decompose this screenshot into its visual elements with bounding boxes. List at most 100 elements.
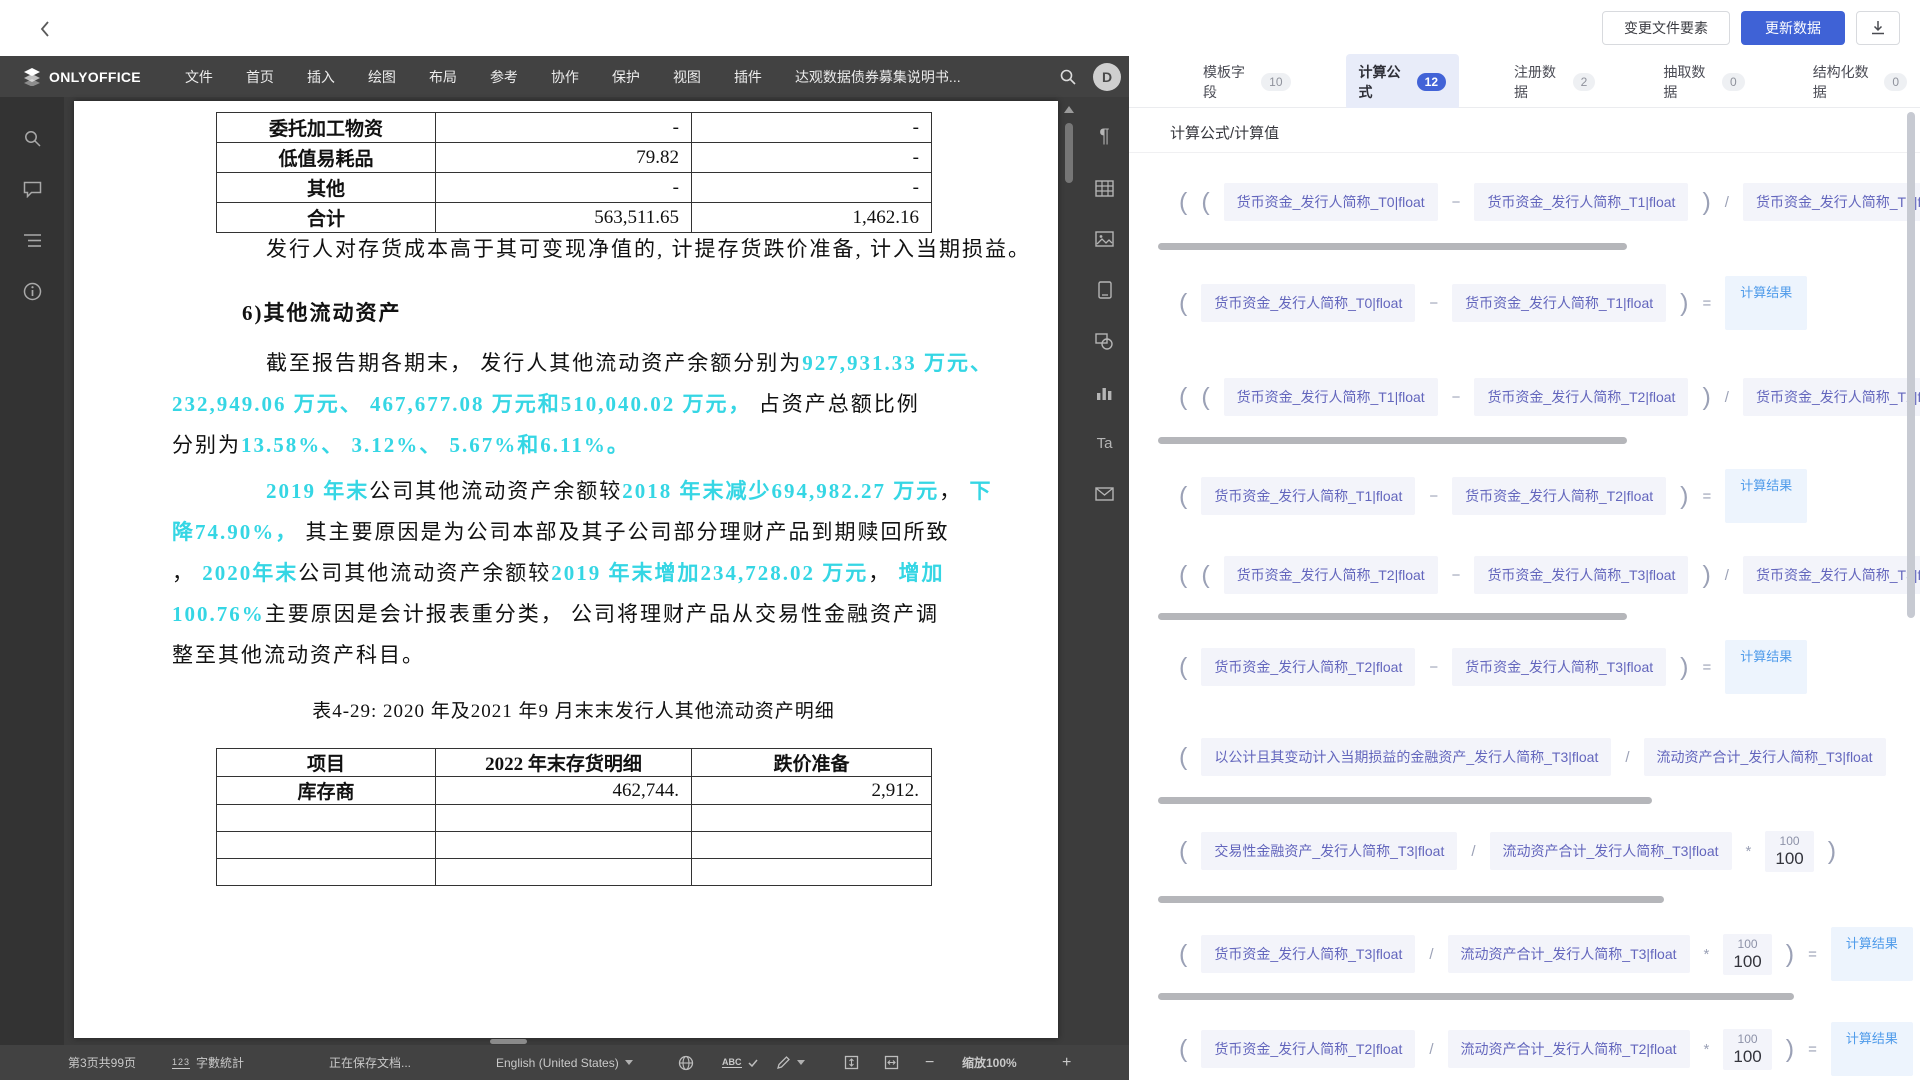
find-icon[interactable]: [17, 123, 47, 153]
image-settings-icon[interactable]: [1090, 224, 1120, 254]
field-chip[interactable]: 货币资金_发行人简称_T0|float: [1201, 284, 1415, 322]
field-chip[interactable]: 货币资金_发行人简称_T3|float: [1201, 935, 1415, 973]
tab-结构化数据[interactable]: 结构化数据0: [1800, 54, 1920, 110]
chart-settings-icon[interactable]: [1090, 377, 1120, 407]
page-indicator[interactable]: 第3页共99页: [68, 1045, 136, 1080]
word-count[interactable]: 123 字數統計: [172, 1045, 244, 1080]
field-chip[interactable]: 货币资金_发行人简称_T1|float: [1224, 378, 1438, 416]
doc-vertical-scrollbar[interactable]: [1058, 97, 1080, 1045]
constant-chip[interactable]: 100100: [1765, 831, 1813, 872]
tab-label: 抽取数据: [1663, 62, 1713, 102]
tab-抽取数据[interactable]: 抽取数据0: [1650, 54, 1757, 110]
fit-page-icon[interactable]: [844, 1045, 859, 1080]
headers-footers-icon[interactable]: [1090, 275, 1120, 305]
table-cell: [436, 859, 692, 886]
paragraph-settings-icon[interactable]: ¶: [1090, 122, 1120, 152]
field-chip[interactable]: 货币资金_发行人简称_T0|float: [1224, 183, 1438, 221]
textart-settings-icon[interactable]: Ta: [1090, 428, 1120, 458]
field-chip[interactable]: 流动资产合计_发行人简称_T2|float: [1448, 1030, 1690, 1068]
constant-chip[interactable]: 100100: [1723, 934, 1771, 975]
tab-count-badge: 12: [1417, 73, 1446, 91]
field-chip[interactable]: 货币资金_发行人简称_T3|float: [1743, 556, 1920, 594]
document-page[interactable]: 委托加工物资--低值易耗品79.82-其他--合计563,511.651,462…: [74, 101, 1058, 1038]
field-chip[interactable]: 货币资金_发行人简称_T3|float: [1474, 556, 1688, 594]
table-settings-icon[interactable]: [1090, 173, 1120, 203]
panel-vscroll-thumb[interactable]: [1907, 112, 1915, 618]
language-selector[interactable]: English (United States): [496, 1045, 633, 1080]
result-chip[interactable]: 计算结果: [1725, 276, 1807, 330]
field-chip[interactable]: 货币资金_发行人简称_T2|float: [1452, 477, 1666, 515]
back-icon[interactable]: [34, 17, 58, 41]
result-chip[interactable]: 计算结果: [1831, 927, 1913, 981]
set-language-icon[interactable]: [678, 1045, 694, 1080]
result-chip[interactable]: 计算结果: [1725, 640, 1807, 694]
chevron-down-icon: [625, 1060, 633, 1065]
field-chip[interactable]: 货币资金_发行人简称_T2|float: [1474, 378, 1688, 416]
tab-模板字段[interactable]: 模板字段10: [1190, 54, 1304, 110]
download-icon: [1869, 19, 1887, 37]
spellcheck-icon[interactable]: ABC: [722, 1045, 758, 1080]
comments-icon[interactable]: [17, 174, 47, 204]
mail-merge-icon[interactable]: [1090, 479, 1120, 509]
zoom-in-button[interactable]: +: [1062, 1045, 1071, 1080]
doc-hscroll-thumb[interactable]: [490, 1039, 527, 1044]
field-chip[interactable]: 货币资金_发行人简称_T2|float: [1201, 1030, 1415, 1068]
fit-width-icon[interactable]: [884, 1045, 899, 1080]
tab-注册数据[interactable]: 注册数据2: [1501, 54, 1608, 110]
field-chip[interactable]: 货币资金_发行人简称_T1|float: [1743, 183, 1920, 221]
result-chip[interactable]: 计算结果: [1831, 1022, 1913, 1076]
field-chip[interactable]: 货币资金_发行人简称_T2|float: [1743, 378, 1920, 416]
result-chip[interactable]: 计算结果: [1725, 469, 1807, 523]
field-chip[interactable]: 货币资金_发行人简称_T1|float: [1201, 477, 1415, 515]
zoom-level[interactable]: 缩放100%: [962, 1045, 1017, 1080]
field-chip[interactable]: 货币资金_发行人简称_T3|float: [1452, 648, 1666, 686]
about-icon[interactable]: [17, 276, 47, 306]
track-changes-icon[interactable]: [776, 1045, 805, 1080]
field-chip[interactable]: 货币资金_发行人简称_T2|float: [1224, 556, 1438, 594]
doc-vscroll-thumb[interactable]: [1065, 123, 1073, 183]
update-data-button[interactable]: 更新数据: [1741, 11, 1845, 45]
scroll-up-icon[interactable]: [1064, 106, 1074, 113]
menu-item[interactable]: 协作: [551, 67, 579, 87]
menu-item[interactable]: 视图: [673, 67, 701, 87]
formula-hscroll-thumb[interactable]: [1158, 243, 1627, 250]
menu-item[interactable]: 绘图: [368, 67, 396, 87]
shape-settings-icon[interactable]: [1090, 326, 1120, 356]
formula-hscroll-thumb[interactable]: [1158, 613, 1627, 620]
search-icon[interactable]: [1059, 68, 1077, 86]
tab-计算公式[interactable]: 计算公式12: [1346, 54, 1460, 110]
menu-item[interactable]: 文件: [185, 67, 213, 87]
formula-hscroll-thumb[interactable]: [1158, 993, 1794, 1000]
plain-text: 整至其他流动资产科目。: [172, 643, 425, 667]
plain-text: 分别为: [172, 433, 241, 457]
paren: (: [1179, 653, 1187, 682]
avatar[interactable]: D: [1093, 63, 1121, 91]
field-chip[interactable]: 交易性金融资产_发行人简称_T3|float: [1201, 832, 1457, 870]
field-chip[interactable]: 货币资金_发行人简称_T1|float: [1474, 183, 1688, 221]
formula-hscroll-thumb[interactable]: [1158, 896, 1664, 903]
navigation-icon[interactable]: [17, 225, 47, 255]
zoom-out-button[interactable]: −: [925, 1045, 934, 1080]
menu-item[interactable]: 达观数据债券募集说明书...: [795, 67, 961, 87]
paren: ): [1680, 289, 1688, 318]
menu-item[interactable]: 参考: [490, 67, 518, 87]
field-chip[interactable]: 以公计且其变动计入当期损益的金融资产_发行人简称_T3|float: [1201, 738, 1611, 776]
download-button[interactable]: [1856, 11, 1900, 45]
field-chip[interactable]: 流动资产合计_发行人简称_T3|float: [1490, 832, 1732, 870]
menu-item[interactable]: 布局: [429, 67, 457, 87]
formula-hscroll-thumb[interactable]: [1158, 797, 1652, 804]
field-chip[interactable]: 流动资产合计_发行人简称_T3|float: [1448, 935, 1690, 973]
field-chip[interactable]: 货币资金_发行人简称_T1|float: [1452, 284, 1666, 322]
change-file-elements-button[interactable]: 变更文件要素: [1602, 11, 1730, 45]
formula-row: (货币资金_发行人简称_T0|float−货币资金_发行人简称_T1|float…: [1179, 275, 1920, 331]
menu-item[interactable]: 插入: [307, 67, 335, 87]
field-chip[interactable]: 流动资产合计_发行人简称_T3|float: [1644, 738, 1886, 776]
operator: −: [1429, 295, 1438, 312]
constant-chip[interactable]: 100100: [1723, 1029, 1771, 1070]
formula-hscroll-thumb[interactable]: [1158, 437, 1627, 444]
menu-item[interactable]: 首页: [246, 67, 274, 87]
doc-heading: 6)其他流动资产: [242, 297, 402, 327]
field-chip[interactable]: 货币资金_发行人简称_T2|float: [1201, 648, 1415, 686]
menu-item[interactable]: 保护: [612, 67, 640, 87]
menu-item[interactable]: 插件: [734, 67, 762, 87]
